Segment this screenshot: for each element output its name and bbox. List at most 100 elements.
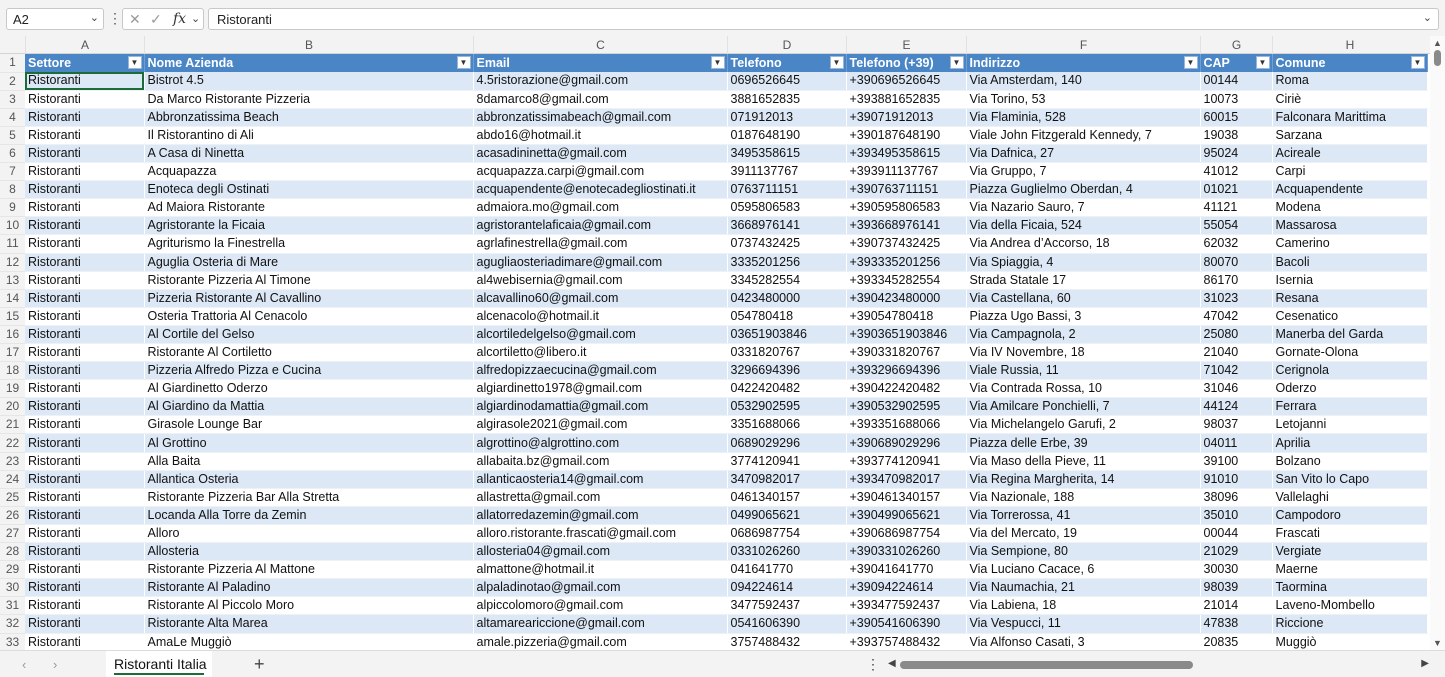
cell-email[interactable]: acasadininetta@gmail.com <box>473 144 727 164</box>
cell-telefono-39[interactable]: +39094224614 <box>846 578 966 598</box>
cell-settore[interactable]: Ristoranti <box>25 289 144 308</box>
header-comune[interactable]: Comune ▼ <box>1272 54 1428 73</box>
column-header-d[interactable]: D <box>727 36 846 54</box>
cell-telefono-39[interactable]: +393477592437 <box>846 596 966 616</box>
cell-comune[interactable]: Cerignola <box>1272 361 1427 381</box>
chevron-down-icon[interactable]: ⌄ <box>191 12 200 25</box>
cell-indirizzo[interactable]: Via del Mercato, 19 <box>966 524 1200 544</box>
chevron-down-icon[interactable]: ⌄ <box>90 11 99 24</box>
cell-email[interactable]: alloro.ristorante.frascati@gmail.com <box>473 524 727 544</box>
cell-settore[interactable]: Ristoranti <box>25 433 144 453</box>
cell-telefono[interactable]: 3296694396 <box>727 361 846 381</box>
cell-indirizzo[interactable]: Via Campagnola, 2 <box>966 325 1200 345</box>
cell-telefono[interactable]: 3351688066 <box>727 415 846 435</box>
row-number[interactable]: 25 <box>0 488 25 507</box>
filter-dropdown-icon[interactable]: ▼ <box>829 56 844 69</box>
cell-telefono-39[interactable]: +39054780418 <box>846 307 966 326</box>
cell-settore[interactable]: Ristoranti <box>25 633 144 650</box>
cell-indirizzo[interactable]: Via Labiena, 18 <box>966 596 1200 616</box>
column-header-a[interactable]: A <box>25 36 144 54</box>
row-number[interactable]: 2 <box>0 72 25 91</box>
cell-telefono-39[interactable]: +390331026260 <box>846 542 966 562</box>
cell-telefono-39[interactable]: +39041641770 <box>846 560 966 580</box>
filter-dropdown-icon[interactable]: ▼ <box>1255 56 1270 69</box>
cell-cap[interactable]: 44124 <box>1200 397 1272 417</box>
cell-indirizzo[interactable]: Via Maso della Pieve, 11 <box>966 452 1200 471</box>
row-number[interactable]: 4 <box>0 108 25 127</box>
cell-cap[interactable]: 31046 <box>1200 379 1272 399</box>
column-header-b[interactable]: B <box>144 36 473 54</box>
cell-cap[interactable]: 86170 <box>1200 271 1272 290</box>
cell-email[interactable]: agrlafinestrella@gmail.com <box>473 234 727 254</box>
header-settore[interactable]: Settore ▼ <box>25 54 145 73</box>
cell-comune[interactable]: Gornate-Olona <box>1272 343 1427 363</box>
cell-settore[interactable]: Ristoranti <box>25 488 144 507</box>
cell-nome-azienda[interactable]: AmaLe Muggiò <box>144 633 473 650</box>
cell-telefono-39[interactable]: +390422420482 <box>846 379 966 399</box>
cell-comune[interactable]: Acquapendente <box>1272 180 1427 200</box>
row-number[interactable]: 31 <box>0 596 25 616</box>
cell-comune[interactable]: Manerba del Garda <box>1272 325 1427 345</box>
cell-comune[interactable]: Carpi <box>1272 162 1427 182</box>
cell-telefono-39[interactable]: +393335201256 <box>846 253 966 272</box>
row-number[interactable]: 7 <box>0 162 25 182</box>
cell-telefono-39[interactable]: +390686987754 <box>846 524 966 544</box>
select-all-corner[interactable] <box>0 36 25 54</box>
cell-cap[interactable]: 35010 <box>1200 506 1272 525</box>
cell-telefono-39[interactable]: +393668976141 <box>846 216 966 236</box>
row-number[interactable]: 9 <box>0 198 25 218</box>
row-number[interactable]: 20 <box>0 397 25 417</box>
row-number[interactable]: 21 <box>0 415 25 435</box>
cell-email[interactable]: amale.pizzeria@gmail.com <box>473 633 727 650</box>
cell-telefono[interactable]: 3477592437 <box>727 596 846 616</box>
cell-telefono-39[interactable]: +393911137767 <box>846 162 966 182</box>
scroll-left-icon[interactable]: ◀ <box>888 658 896 669</box>
cell-telefono[interactable]: 041641770 <box>727 560 846 580</box>
cell-comune[interactable]: Taormina <box>1272 578 1427 598</box>
cell-nome-azienda[interactable]: Pizzeria Ristorante Al Cavallino <box>144 289 473 308</box>
more-vertical-icon[interactable]: ⋮ <box>108 10 122 27</box>
header-telefono-39[interactable]: Telefono (+39) ▼ <box>846 54 967 73</box>
cell-email[interactable]: alcenacolo@hotmail.it <box>473 307 727 326</box>
cell-indirizzo[interactable]: Via Naumachia, 21 <box>966 578 1200 598</box>
cell-settore[interactable]: Ristoranti <box>25 524 144 544</box>
cell-comune[interactable]: Bolzano <box>1272 452 1427 471</box>
cell-cap[interactable]: 95024 <box>1200 144 1272 164</box>
cell-email[interactable]: alpiccolomoro@gmail.com <box>473 596 727 616</box>
prev-sheet-icon[interactable]: ‹ <box>22 657 26 672</box>
cell-cap[interactable]: 30030 <box>1200 560 1272 580</box>
cell-nome-azienda[interactable]: Il Ristorantino di Ali <box>144 126 473 145</box>
cell-comune[interactable]: Bacoli <box>1272 253 1427 272</box>
cell-indirizzo[interactable]: Via Contrada Rossa, 10 <box>966 379 1200 399</box>
row-number[interactable]: 26 <box>0 506 25 525</box>
cell-cap[interactable]: 62032 <box>1200 234 1272 254</box>
add-sheet-icon[interactable]: + <box>254 654 265 675</box>
row-number[interactable]: 32 <box>0 614 25 634</box>
cell-settore[interactable]: Ristoranti <box>25 415 144 435</box>
cell-settore[interactable]: Ristoranti <box>25 307 144 326</box>
cell-settore[interactable]: Ristoranti <box>25 361 144 381</box>
cell-email[interactable]: allastretta@gmail.com <box>473 488 727 507</box>
cell-email[interactable]: almattone@hotmail.it <box>473 560 727 580</box>
column-header-h[interactable]: H <box>1272 36 1427 54</box>
cell-settore[interactable]: Ristoranti <box>25 126 144 145</box>
more-options-icon[interactable]: ⋮ <box>866 656 880 673</box>
cell-telefono[interactable]: 3335201256 <box>727 253 846 272</box>
cell-telefono-39[interactable]: +390461340157 <box>846 488 966 507</box>
cell-settore[interactable]: Ristoranti <box>25 325 144 345</box>
cell-comune[interactable]: Sarzana <box>1272 126 1427 145</box>
cell-comune[interactable]: Campodoro <box>1272 506 1427 525</box>
cell-telefono[interactable]: 0499065621 <box>727 506 846 525</box>
cell-telefono[interactable]: 094224614 <box>727 578 846 598</box>
filter-dropdown-icon[interactable]: ▼ <box>1410 56 1425 69</box>
cell-cap[interactable]: 20835 <box>1200 633 1272 650</box>
cell-email[interactable]: alcavallino60@gmail.com <box>473 289 727 308</box>
cell-settore[interactable]: Ristoranti <box>25 108 144 127</box>
row-number[interactable]: 8 <box>0 180 25 200</box>
row-number[interactable]: 1 <box>0 54 25 73</box>
filter-dropdown-icon[interactable]: ▼ <box>710 56 725 69</box>
cell-telefono-39[interactable]: +39071912013 <box>846 108 966 127</box>
cell-nome-azienda[interactable]: Ristorante Alta Marea <box>144 614 473 634</box>
row-number[interactable]: 11 <box>0 234 25 254</box>
cell-email[interactable]: algiardinodamattia@gmail.com <box>473 397 727 417</box>
